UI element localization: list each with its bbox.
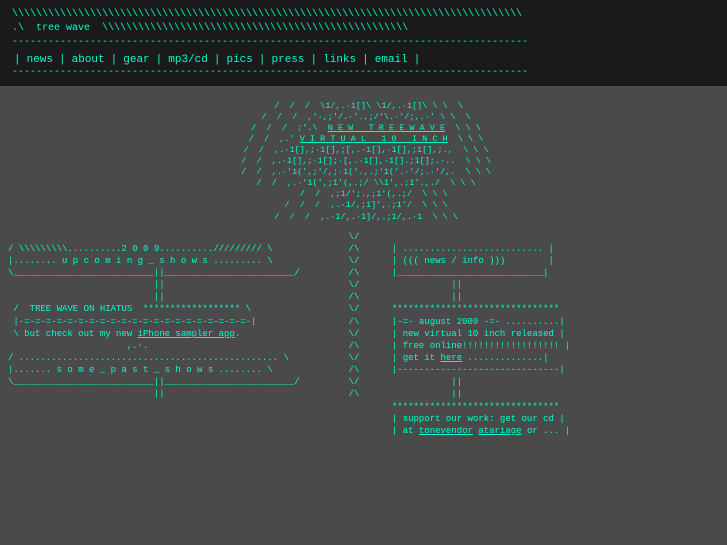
info-spacer2: || <box>387 292 463 302</box>
free-line: | free online!!!!!!!!!!!!!!!!!! | <box>387 341 571 351</box>
header-divider: ----------------------------------------… <box>12 66 715 80</box>
support-line: | support our work: get our cd | <box>387 414 565 424</box>
virtual-line: | new virtual 10 inch released | <box>387 329 565 339</box>
hiatus-line: / TREE WAVE ON HIATUS ******************… <box>8 304 251 314</box>
info-label: | ((( news / info ))) | <box>387 256 554 266</box>
tonevendor-link[interactable]: tonevendor <box>419 426 473 436</box>
nav-press[interactable]: press <box>268 54 309 66</box>
header-art: \\\\\\\\\\\\\\\\\\\\\\\\\\\\\\\\\\\\\\\\… <box>12 8 715 50</box>
info-close: |___________________________| <box>387 268 549 278</box>
upcoming-label: |........ u p c o m i n g _ s h o w s ..… <box>8 256 273 266</box>
past-label: |....... s o m e _ p a s t _ s h o w s .… <box>8 365 273 375</box>
here-link[interactable]: here <box>441 353 463 363</box>
nav-mp3cd[interactable]: mp3/cd <box>164 54 212 66</box>
upcoming-spacer2: || <box>8 292 165 302</box>
nav-sep7: | <box>362 54 369 66</box>
nav-sep2: | <box>111 54 118 66</box>
vendor-line: | at tonevendor atariage or ... | <box>387 426 571 436</box>
aug-line: |-=- august 2009 -=- ..........| <box>387 317 565 327</box>
past-close: \__________________________||___________… <box>8 377 300 387</box>
nav-email[interactable]: email <box>371 54 412 66</box>
atariage-link[interactable]: atariage <box>478 426 521 436</box>
past-spacer: || <box>8 389 165 399</box>
upcoming-close: \__________________________||___________… <box>8 268 300 278</box>
right-panel: | .......................... | | ((( new… <box>379 227 727 454</box>
main-content: / \\\\\\\\\..........2 0 0 9..........//… <box>0 227 727 454</box>
nav-gear[interactable]: gear <box>119 54 153 66</box>
header-section: \\\\\\\\\\\\\\\\\\\\\\\\\\\\\\\\\\\\\\\\… <box>0 0 727 86</box>
info-header: | .......................... | <box>387 244 554 254</box>
nav-sep1: | <box>59 54 66 66</box>
virtual-10-inch-link[interactable]: V I R T U A L 1 0 I N C H <box>300 134 448 144</box>
ascii-art-section: / / / \1/,.·1[]\ \1/,.·1[]\ \ \ \ / / / … <box>0 86 727 227</box>
get-line: | get it here ..............| <box>387 353 549 363</box>
iphone-line: \ but check out my new iPhone sampler ap… <box>8 329 240 339</box>
nav-pics[interactable]: pics <box>222 54 256 66</box>
nav-sep6: | <box>311 54 318 66</box>
nav-links[interactable]: links <box>319 54 360 66</box>
info-spacer1: || <box>387 280 463 290</box>
nav-sep3: | <box>156 54 163 66</box>
past-header: / ......................................… <box>8 353 289 363</box>
upcoming-header: / \\\\\\\\\..........2 0 0 9..........//… <box>8 244 273 254</box>
right-spacer2: || <box>387 389 463 399</box>
stars2: ******************************* <box>387 402 560 412</box>
hiatus-sub: |-=-=-=-=-=-=-=-=-=-=-=-=-=-=-=-=-=-=-=-… <box>8 317 256 327</box>
nav-sep4: | <box>214 54 221 66</box>
iphone-spacer: ,.·. <box>8 341 148 351</box>
iphone-link[interactable]: iPhone sampler app <box>138 329 235 339</box>
dash-line: |------------------------------| <box>387 365 565 375</box>
nav-pipe: | <box>14 54 21 66</box>
stars1: ******************************* <box>387 304 560 314</box>
new-treewave-link[interactable]: N E W T R E E W A V E <box>328 123 445 133</box>
center-divider: \/ /\ \/ /\ \/ /\ \/ /\ \/ /\ \/ /\ \/ /… <box>349 227 379 454</box>
nav-pipe-end: | <box>414 54 421 66</box>
nav-about[interactable]: about <box>68 54 109 66</box>
upcoming-spacer1: || <box>8 280 165 290</box>
right-spacer1: || <box>387 377 463 387</box>
nav-sep5: | <box>259 54 266 66</box>
left-panel: / \\\\\\\\\..........2 0 0 9..........//… <box>0 227 349 454</box>
nav-bar: | news | about | gear | mp3/cd | pics | … <box>12 54 715 66</box>
nav-news[interactable]: news <box>23 54 57 66</box>
